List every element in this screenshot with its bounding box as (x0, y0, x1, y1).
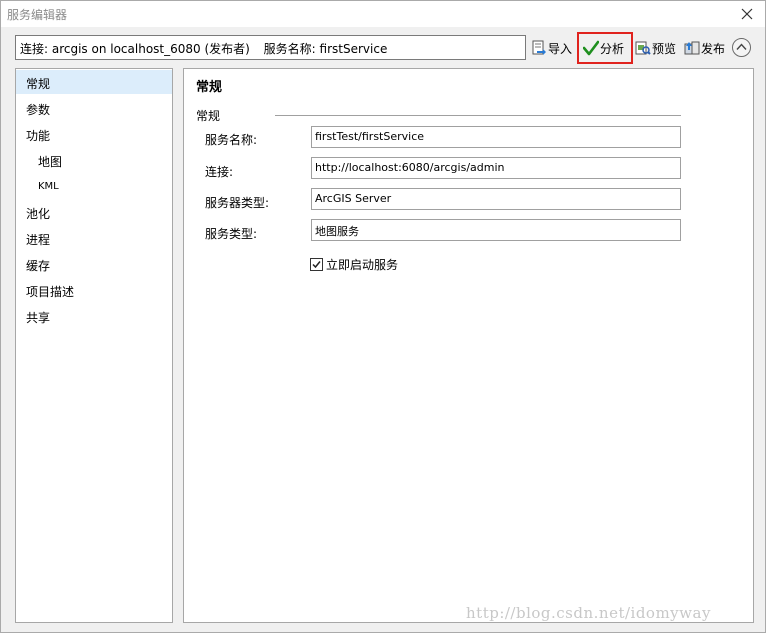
sidebar-item-caching[interactable]: 缓存 (16, 252, 172, 276)
import-icon (532, 40, 546, 55)
sidebar-item-parameters[interactable]: 参数 (16, 96, 172, 120)
import-button[interactable]: 导入 (531, 37, 572, 59)
publish-button[interactable]: 发布 (684, 37, 725, 59)
start-service-option[interactable]: 立即启动服务 (310, 256, 398, 273)
preview-label: 预览 (652, 41, 677, 56)
connection-info: 连接: arcgis on localhost_6080 (发布者) 服务名称:… (15, 35, 526, 60)
group-label: 常规 (196, 109, 221, 123)
page-title: 常规 (196, 80, 223, 95)
sidebar-item-kml[interactable]: KML (16, 174, 172, 198)
start-service-checkbox[interactable] (310, 258, 323, 271)
preview-button[interactable]: 预览 (635, 37, 676, 59)
collapse-button[interactable] (732, 38, 751, 57)
analyze-button[interactable]: 分析 (577, 32, 633, 64)
sidebar-item-map[interactable]: 地图 (16, 148, 172, 172)
start-service-label: 立即启动服务 (326, 258, 399, 272)
connection-field[interactable]: http://localhost:6080/arcgis/admin (311, 157, 681, 179)
sidebar-item-item-description[interactable]: 项目描述 (16, 278, 172, 302)
check-icon (312, 261, 321, 269)
service-editor-window: 服务编辑器 连接: arcgis on localhost_6080 (发布者)… (0, 0, 766, 633)
service-type-field[interactable]: 地图服务 (311, 219, 681, 241)
service-name-text: 服务名称: firstService (263, 42, 388, 56)
close-icon (741, 8, 753, 20)
close-button[interactable] (737, 4, 757, 24)
publish-icon (684, 41, 700, 55)
analyze-label: 分析 (600, 41, 625, 56)
connection-label: 连接: (205, 165, 234, 179)
group-divider (275, 115, 681, 116)
sidebar-item-sharing[interactable]: 共享 (16, 304, 172, 328)
publish-label: 发布 (701, 41, 726, 56)
window-title: 服务编辑器 (7, 8, 68, 22)
sidebar: 常规 参数 功能 地图 KML 池化 进程 缓存 项目描述 共享 (15, 68, 173, 623)
chevron-up-icon (736, 43, 747, 50)
service-type-label: 服务类型: (205, 227, 258, 241)
general-panel: 常规 常规 服务名称: firstTest/firstService 连接: h… (183, 68, 754, 623)
checkmark-icon (583, 40, 599, 56)
watermark: http://blog.csdn.net/idomyway (466, 604, 711, 622)
preview-icon (635, 41, 651, 55)
sidebar-item-capabilities[interactable]: 功能 (16, 122, 172, 146)
sidebar-item-general[interactable]: 常规 (16, 70, 172, 94)
connection-text: 连接: arcgis on localhost_6080 (发布者) (20, 42, 250, 56)
sidebar-item-pooling[interactable]: 池化 (16, 200, 172, 224)
server-type-field[interactable]: ArcGIS Server (311, 188, 681, 210)
import-label: 导入 (548, 41, 573, 56)
server-type-label: 服务器类型: (205, 196, 270, 210)
sidebar-item-processes[interactable]: 进程 (16, 226, 172, 250)
service-name-label: 服务名称: (205, 133, 258, 147)
title-bar: 服务编辑器 (1, 1, 765, 27)
service-name-field[interactable]: firstTest/firstService (311, 126, 681, 148)
